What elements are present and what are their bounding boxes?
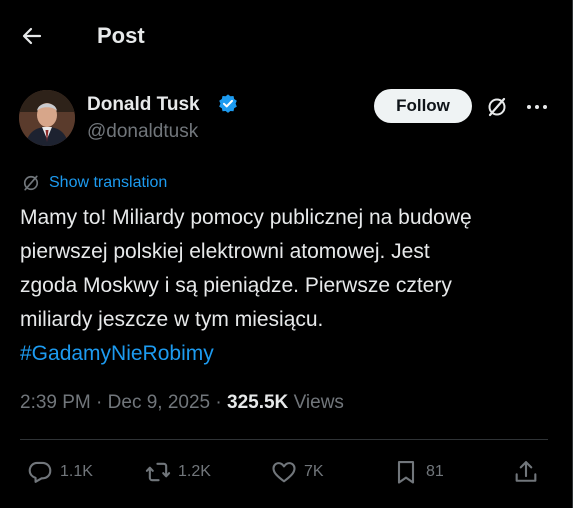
author-handle[interactable]: @donaldtusk [87, 120, 198, 144]
more-dots-icon [527, 105, 547, 109]
views-count: 325.5K [227, 392, 289, 413]
post-date[interactable]: Dec 9, 2025 [108, 392, 210, 413]
reply-icon [28, 461, 52, 483]
action-bar: 1.1K 1.2K 7K 81 [0, 452, 572, 492]
heart-icon [272, 462, 296, 483]
show-translation-label: Show translation [49, 174, 168, 191]
post-meta: 2:39 PM · Dec 9, 2025 · 325.5K Views [20, 391, 344, 415]
page-title: Post [97, 23, 145, 48]
repost-count: 1.2K [178, 463, 211, 480]
grok-button[interactable] [483, 93, 511, 121]
views-label: Views [293, 392, 344, 413]
follow-button[interactable]: Follow [374, 89, 472, 123]
back-button[interactable] [14, 18, 50, 54]
verified-badge-icon [219, 94, 237, 113]
author-name[interactable]: Donald Tusk [87, 93, 200, 117]
reply-count: 1.1K [60, 463, 93, 480]
meta-separator: · [96, 392, 103, 413]
post-text-line: miliardy jeszcze w tym miesiącu. [20, 308, 324, 331]
like-count: 7K [304, 463, 324, 480]
avatar-image [19, 90, 75, 146]
repost-button[interactable]: 1.2K [144, 452, 211, 492]
bookmark-icon [397, 461, 415, 484]
bookmark-count: 81 [426, 463, 444, 480]
grok-icon [488, 97, 506, 117]
post-text-line: Mamy to! Miliardy pomocy publicznej na b… [20, 206, 472, 229]
header: Post [0, 0, 572, 72]
translate-icon [23, 175, 39, 191]
share-icon [515, 461, 537, 482]
share-button[interactable] [512, 452, 540, 492]
back-arrow-icon [22, 27, 42, 45]
bookmark-button[interactable]: 81 [392, 452, 444, 492]
avatar[interactable] [19, 90, 75, 146]
post-text-line: zgoda Moskwy i są pieniądze. Pierwsze cz… [20, 274, 452, 297]
divider [20, 439, 548, 440]
more-options-button[interactable] [522, 93, 552, 121]
reply-button[interactable]: 1.1K [26, 452, 93, 492]
repost-icon [145, 462, 171, 482]
show-translation-link[interactable]: Show translation [21, 173, 167, 193]
meta-separator: · [215, 392, 222, 413]
like-button[interactable]: 7K [270, 452, 324, 492]
post-text: Mamy to! Miliardy pomocy publicznej na b… [20, 201, 560, 371]
post-text-line: pierwszej polskiej elektrowni atomowej. … [20, 240, 430, 263]
post-time[interactable]: 2:39 PM [20, 392, 91, 413]
hashtag-link[interactable]: #GadamyNieRobimy [20, 342, 214, 365]
